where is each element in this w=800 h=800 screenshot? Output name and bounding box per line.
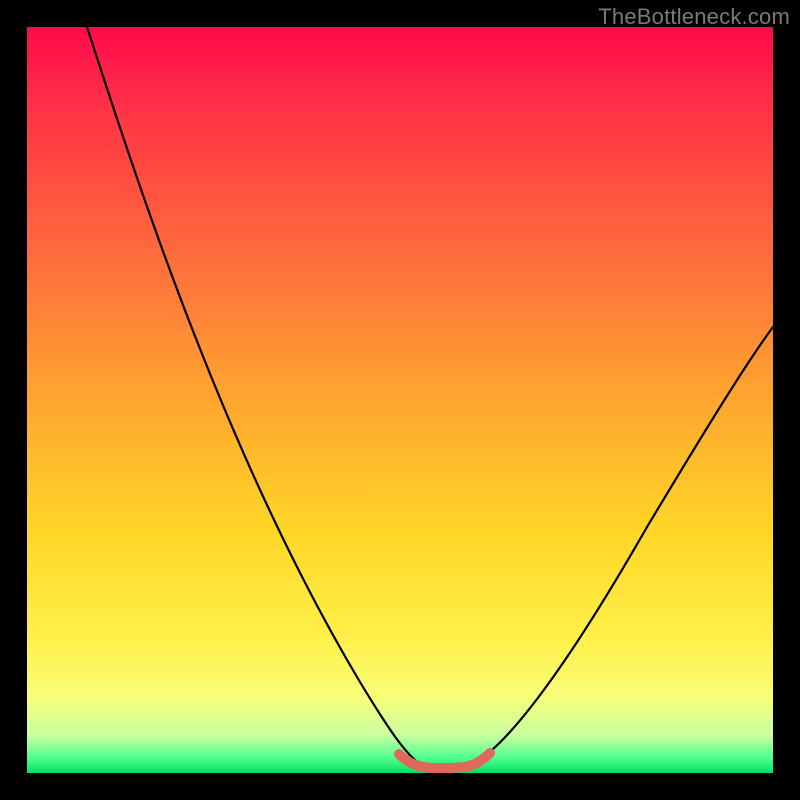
chart-svg xyxy=(27,27,773,773)
plot-area xyxy=(27,27,773,773)
watermark-text: TheBottleneck.com xyxy=(598,4,790,30)
flat-bottom-highlight xyxy=(399,753,490,768)
bottleneck-curve xyxy=(87,27,773,767)
chart-frame: TheBottleneck.com xyxy=(0,0,800,800)
